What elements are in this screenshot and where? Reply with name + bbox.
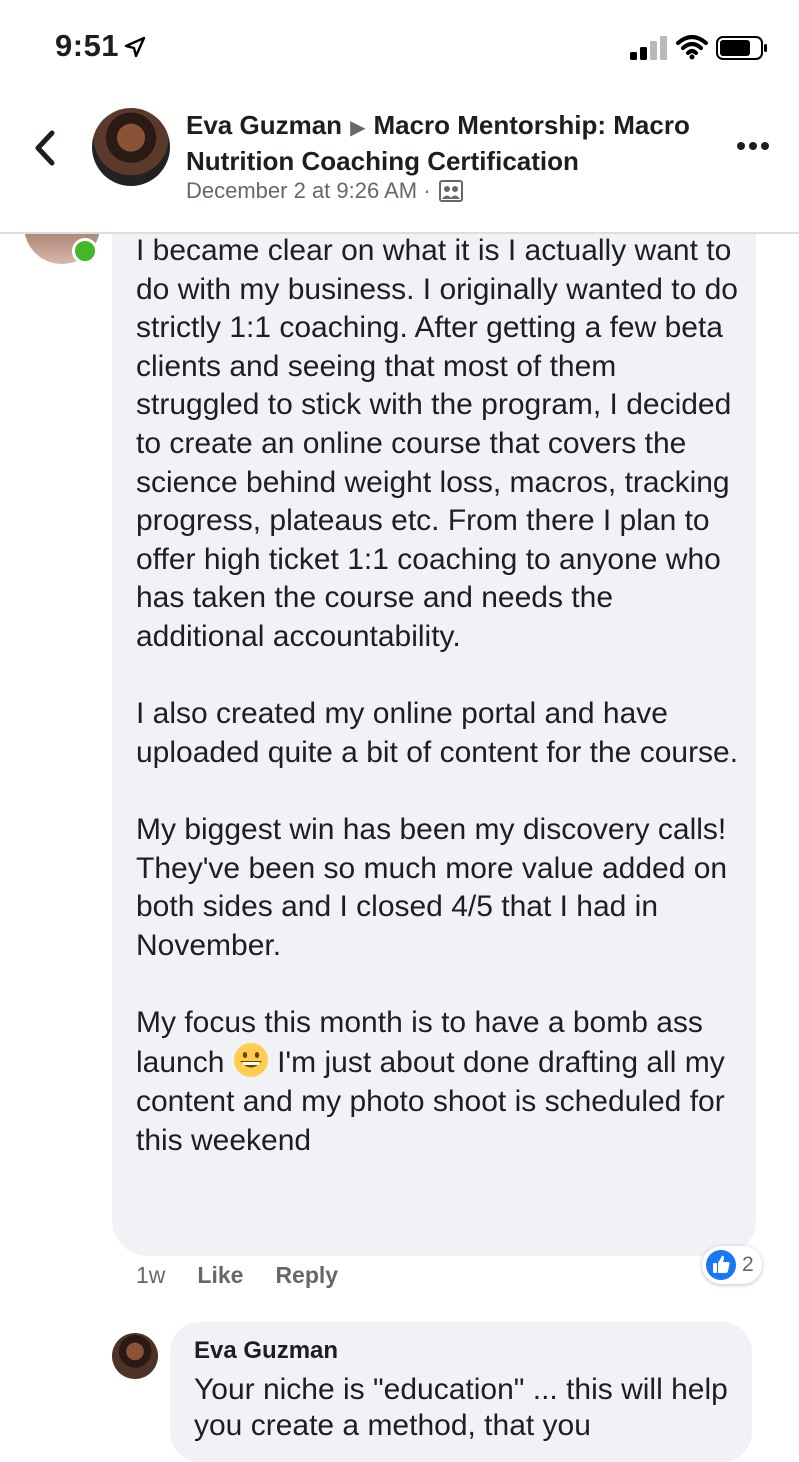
location-arrow-icon (124, 36, 146, 58)
grinning-face-emoji-icon (233, 1043, 268, 1078)
wifi-icon (676, 35, 708, 60)
reply-button[interactable]: Reply (275, 1262, 338, 1289)
reply-author-avatar[interactable] (112, 1333, 158, 1379)
back-chevron-icon[interactable] (30, 128, 60, 168)
post-title[interactable]: Eva Guzman ▶ Macro Mentorship: Macro Nutri… (186, 109, 726, 178)
comment-paragraph: I became clear on what it is I actually … (136, 234, 747, 653)
comment-paragraph: My biggest win has been my discovery cal… (136, 812, 736, 962)
post-header: Eva Guzman ▶ Macro Mentorship: Macro Nutri… (0, 95, 799, 234)
triangle-arrow-icon: ▶ (350, 117, 366, 139)
reply-author-name[interactable]: Eva Guzman (194, 1337, 338, 1365)
reply-text: Your niche is "education" ... this will … (194, 1373, 728, 1442)
post-meta: December 2 at 9:26 AM · (186, 178, 463, 204)
cellular-signal-icon (630, 36, 667, 60)
post-timestamp[interactable]: December 2 at 9:26 AM · (186, 178, 431, 204)
comment-paragraph-end: I'm just about done drafting all my cont… (136, 1046, 734, 1157)
reaction-count: 2 (742, 1253, 754, 1276)
comment-text: I became clear on what it is I actually … (136, 232, 742, 1160)
comment-age[interactable]: 1w (136, 1262, 165, 1289)
author-avatar[interactable] (92, 108, 170, 186)
thumbs-up-icon (706, 1250, 736, 1280)
reaction-summary[interactable]: 2 (702, 1246, 762, 1284)
status-bar: 9:51 (0, 0, 799, 95)
online-status-indicator (72, 238, 98, 264)
battery-icon (716, 36, 767, 60)
more-options-icon[interactable] (736, 139, 770, 153)
comment-paragraph: I also created my online portal and have… (136, 697, 739, 769)
author-name[interactable]: Eva Guzman (186, 110, 342, 140)
status-time: 9:51 (55, 28, 120, 63)
like-button[interactable]: Like (197, 1262, 243, 1289)
group-privacy-icon (438, 180, 463, 202)
comment-actions: 1w Like Reply (136, 1262, 370, 1289)
